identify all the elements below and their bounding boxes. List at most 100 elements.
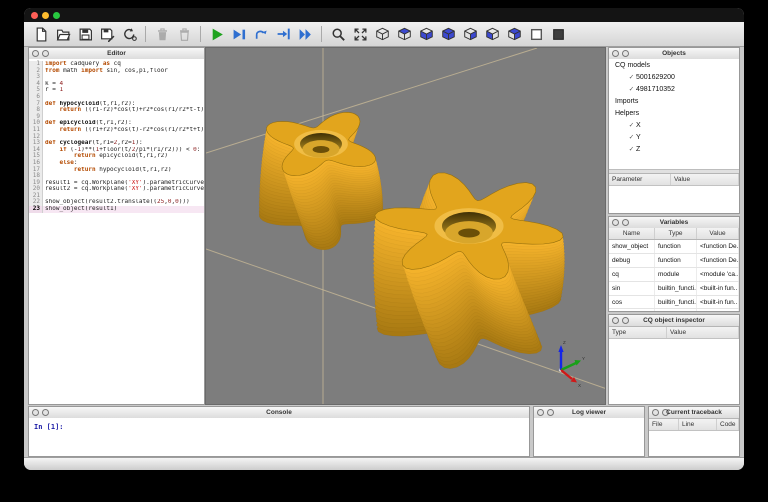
code-line-6[interactable]: 6 bbox=[29, 94, 204, 101]
code-line-10[interactable]: 10def epicycloid(t,r1,r2): bbox=[29, 120, 204, 127]
variable-row-show_object[interactable]: show_objectfunction<function De... bbox=[609, 240, 739, 254]
minimize-window-button[interactable] bbox=[42, 12, 49, 19]
tree-item-5001629200[interactable]: ✓5001629200 bbox=[609, 71, 739, 83]
line-content bbox=[43, 74, 204, 81]
checkbox-checked-icon[interactable]: ✓ bbox=[627, 145, 636, 153]
cell: module bbox=[655, 268, 697, 281]
code-line-14[interactable]: 14 if (-1)**(1+floor(t/2/pi*(r1/r2))) < … bbox=[29, 147, 204, 154]
code-line-4[interactable]: 4k = 4 bbox=[29, 81, 204, 88]
clear-outline-icon[interactable] bbox=[176, 26, 193, 43]
new-file-icon[interactable] bbox=[33, 26, 50, 43]
inspector-table-header[interactable]: Type Value bbox=[609, 326, 739, 339]
code-line-2[interactable]: 2from math import sin, cos,pi,floor bbox=[29, 68, 204, 75]
open-file-icon[interactable] bbox=[55, 26, 72, 43]
line-content bbox=[43, 173, 204, 180]
code-line-15[interactable]: 15 return epicycloid(t,r1,r2) bbox=[29, 153, 204, 160]
3d-viewport[interactable]: Z Y X bbox=[205, 47, 606, 405]
cell: <function De... bbox=[697, 254, 739, 267]
cell: <function De... bbox=[697, 240, 739, 253]
log-viewer-content[interactable] bbox=[534, 418, 644, 456]
code-line-17[interactable]: 17 return hypocycloid(t,r1,r2) bbox=[29, 167, 204, 174]
cube-left-icon[interactable] bbox=[484, 26, 501, 43]
cell: debug bbox=[609, 254, 655, 267]
checkbox-checked-icon[interactable]: ✓ bbox=[627, 121, 636, 129]
tree-item-helpers[interactable]: Helpers bbox=[609, 107, 739, 119]
variables-panel-title: Variables bbox=[609, 219, 739, 226]
code-line-22[interactable]: 22show_object(result2.translate((25,0,0)… bbox=[29, 199, 204, 206]
title-bar[interactable] bbox=[24, 8, 744, 22]
checkbox-checked-icon[interactable]: ✓ bbox=[627, 133, 636, 141]
viewport-canvas: Z Y X bbox=[206, 48, 605, 404]
code-line-7[interactable]: 7def hypocycloid(t,r1,r2): bbox=[29, 101, 204, 108]
line-content bbox=[43, 114, 204, 121]
cube-bottom-icon[interactable] bbox=[418, 26, 435, 43]
tree-item-z[interactable]: ✓Z bbox=[609, 143, 739, 155]
tree-item-y[interactable]: ✓Y bbox=[609, 131, 739, 143]
fit-icon[interactable] bbox=[330, 26, 347, 43]
traceback-table-header[interactable]: File Line Code bbox=[649, 418, 739, 431]
checkbox-checked-icon[interactable]: ✓ bbox=[627, 85, 636, 93]
cube-iso-icon[interactable] bbox=[374, 26, 391, 43]
cube-front-icon[interactable] bbox=[440, 26, 457, 43]
save-as-icon[interactable] bbox=[99, 26, 116, 43]
code-line-16[interactable]: 16 else: bbox=[29, 160, 204, 167]
code-line-11[interactable]: 11 return ((r1+r2)*cos(t)-r2*cos(r1/r2*t… bbox=[29, 127, 204, 134]
tree-item-cq-models[interactable]: CQ models bbox=[609, 59, 739, 71]
line-content: result1 = cq.Workplane('XY').parametricC… bbox=[43, 180, 204, 187]
clear-filled-icon[interactable] bbox=[154, 26, 171, 43]
variable-row-sin[interactable]: sinbuiltin_functi...<built-in fun... bbox=[609, 282, 739, 296]
code-line-20[interactable]: 20result2 = cq.Workplane('XY').parametri… bbox=[29, 186, 204, 193]
parameter-table-header[interactable]: Parameter Value bbox=[609, 173, 739, 186]
code-line-19[interactable]: 19result1 = cq.Workplane('XY').parametri… bbox=[29, 180, 204, 187]
save-icon[interactable] bbox=[77, 26, 94, 43]
svg-text:Z: Z bbox=[563, 340, 566, 345]
code-line-21[interactable]: 21 bbox=[29, 193, 204, 200]
tree-item-imports[interactable]: Imports bbox=[609, 95, 739, 107]
code-line-8[interactable]: 8 return ((r1-r2)*cos(t)+r2*cos(r1/r2*t-… bbox=[29, 107, 204, 114]
variable-row-cq[interactable]: cqmodule<module 'ca... bbox=[609, 268, 739, 282]
maximize-window-button[interactable] bbox=[53, 12, 60, 19]
status-bar bbox=[24, 457, 744, 470]
variable-row-pi[interactable]: pifloat3.1415926535... bbox=[609, 309, 739, 311]
debug-icon[interactable] bbox=[231, 26, 248, 43]
continue-icon[interactable] bbox=[297, 26, 314, 43]
variable-row-cos[interactable]: cosbuiltin_functi...<built-in fun... bbox=[609, 296, 739, 310]
shaded-icon[interactable] bbox=[550, 26, 567, 43]
checkbox-checked-icon[interactable]: ✓ bbox=[627, 73, 636, 81]
cell: function bbox=[655, 240, 697, 253]
toolbar-group-run bbox=[206, 26, 316, 43]
code-line-9[interactable]: 9 bbox=[29, 114, 204, 121]
step-in-icon[interactable] bbox=[275, 26, 292, 43]
app-window: Editor 1import cadquery as cq2from math … bbox=[24, 8, 744, 470]
parameter-table-body bbox=[609, 186, 739, 213]
code-line-5[interactable]: 5r = 1 bbox=[29, 87, 204, 94]
tree-item-label: CQ models bbox=[615, 62, 650, 69]
step-icon[interactable] bbox=[253, 26, 270, 43]
cell: cos bbox=[609, 296, 655, 309]
variable-row-debug[interactable]: debugfunction<function De... bbox=[609, 254, 739, 268]
code-line-3[interactable]: 3 bbox=[29, 74, 204, 81]
code-line-23[interactable]: 23show_object(result1) bbox=[29, 206, 204, 213]
wireframe-icon[interactable] bbox=[528, 26, 545, 43]
tree-item-4981710352[interactable]: ✓4981710352 bbox=[609, 83, 739, 95]
cube-right-icon[interactable] bbox=[506, 26, 523, 43]
code-line-13[interactable]: 13def cyclogear(t,r1=2,r2=1): bbox=[29, 140, 204, 147]
render-icon[interactable] bbox=[209, 26, 226, 43]
tree-item-x[interactable]: ✓X bbox=[609, 119, 739, 131]
cell: builtin_functi... bbox=[655, 282, 697, 295]
code-editor[interactable]: 1import cadquery as cq2from math import … bbox=[29, 59, 204, 404]
console-input-area[interactable]: In [1]: bbox=[29, 418, 529, 456]
cube-top-icon[interactable] bbox=[396, 26, 413, 43]
code-line-1[interactable]: 1import cadquery as cq bbox=[29, 61, 204, 68]
close-window-button[interactable] bbox=[31, 12, 38, 19]
code-line-18[interactable]: 18 bbox=[29, 173, 204, 180]
cell: cq bbox=[609, 268, 655, 281]
autoreload-icon[interactable] bbox=[121, 26, 138, 43]
cube-back-icon[interactable] bbox=[462, 26, 479, 43]
column-value: Value bbox=[671, 174, 739, 185]
variables-table-header[interactable]: Name Type Value bbox=[609, 228, 739, 240]
fit-all-icon[interactable] bbox=[352, 26, 369, 43]
line-content: show_object(result1) bbox=[43, 206, 204, 213]
cell: show_object bbox=[609, 240, 655, 253]
code-line-12[interactable]: 12 bbox=[29, 134, 204, 141]
